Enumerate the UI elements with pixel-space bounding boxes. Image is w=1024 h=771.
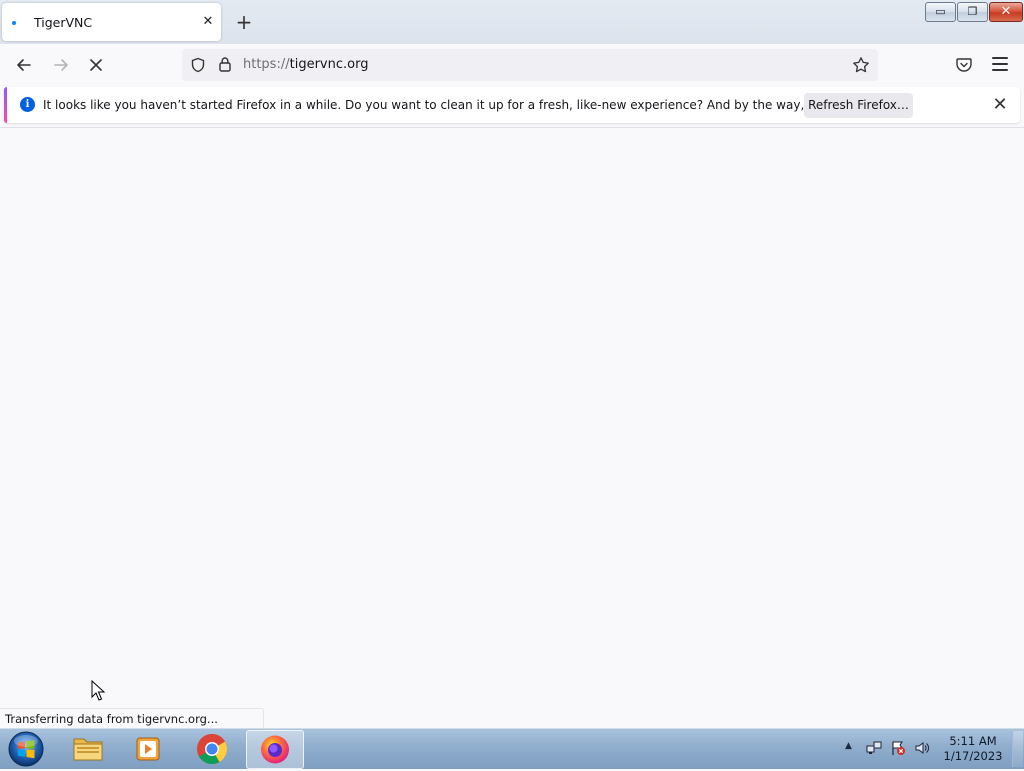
arrow-left-icon <box>17 59 31 71</box>
show-desktop-button[interactable] <box>1012 731 1023 767</box>
network-icon[interactable] <box>866 740 882 756</box>
restore-window-button[interactable]: ❐ <box>957 2 988 22</box>
close-window-button[interactable]: ✕ <box>989 2 1023 22</box>
navigation-toolbar: https://tigervnc.org <box>0 44 1024 86</box>
start-button[interactable] <box>6 730 46 768</box>
refresh-firefox-button[interactable]: Refresh Firefox… <box>804 93 913 118</box>
refresh-firefox-notification: i It looks like you haven’t started Fire… <box>4 87 1020 123</box>
close-notification-icon[interactable]: ✕ <box>990 95 1010 115</box>
forward-button[interactable] <box>50 54 72 76</box>
notification-message: It looks like you haven’t started Firefo… <box>43 98 899 112</box>
windows-taskbar: ▲ 5:11 AM 1/17/2023 <box>0 728 1024 769</box>
restore-icon: ❐ <box>967 5 978 18</box>
url-bar[interactable]: https://tigervnc.org <box>182 49 878 81</box>
status-panel: Transferring data from tigervnc.org... <box>0 708 264 729</box>
volume-icon[interactable] <box>914 740 930 756</box>
tab-loading-indicator-icon <box>12 21 16 25</box>
page-content-area[interactable] <box>0 128 1024 728</box>
menu-line <box>992 63 1008 65</box>
action-center-flag-icon[interactable] <box>890 740 906 756</box>
bookmark-star-icon[interactable] <box>852 56 870 78</box>
back-button[interactable] <box>13 54 35 76</box>
tab-tigervnc[interactable]: TigerVNC ✕ <box>2 3 221 41</box>
media-player-icon <box>136 737 160 761</box>
firefox-icon <box>261 735 289 764</box>
menu-line <box>992 69 1008 71</box>
stop-icon <box>90 59 102 71</box>
minimize-window-button[interactable]: ▭ <box>925 2 956 22</box>
close-tab-icon[interactable]: ✕ <box>200 14 216 30</box>
menu-line <box>992 57 1008 59</box>
url-text[interactable]: https://tigervnc.org <box>243 57 368 72</box>
show-hidden-icons-button[interactable]: ▲ <box>845 741 852 751</box>
folder-icon <box>73 738 103 761</box>
minimize-icon: ▭ <box>935 5 946 18</box>
taskbar-chrome[interactable] <box>184 730 240 767</box>
tracking-protection-shield-icon[interactable] <box>190 57 206 73</box>
notification-accent-stripe <box>4 87 7 123</box>
stop-loading-button[interactable] <box>85 54 107 76</box>
tab-strip: TigerVNC ✕ + ▭ ❐ ✕ <box>0 0 1024 44</box>
close-icon: ✕ <box>1000 4 1012 19</box>
taskbar-firefox[interactable] <box>246 730 304 769</box>
url-host: tigervnc.org <box>289 57 369 72</box>
star-icon <box>853 57 869 73</box>
url-scheme: https:// <box>243 57 290 72</box>
taskbar-media-player[interactable] <box>121 730 177 767</box>
info-icon: i <box>20 97 35 112</box>
status-text: Transferring data from tigervnc.org... <box>5 712 218 726</box>
clock-time: 5:11 AM <box>949 734 997 748</box>
clock-date: 1/17/2023 <box>943 749 1003 763</box>
tab-title: TigerVNC <box>34 15 93 30</box>
system-clock[interactable]: 5:11 AM 1/17/2023 <box>938 734 1008 764</box>
app-menu-button[interactable] <box>992 57 1008 71</box>
mouse-cursor-icon <box>91 680 106 701</box>
arrow-right-icon <box>54 59 68 71</box>
chrome-icon <box>197 733 228 765</box>
taskbar-windows-explorer[interactable] <box>60 730 116 767</box>
pocket-icon[interactable] <box>955 56 973 74</box>
new-tab-button[interactable]: + <box>234 12 254 32</box>
lock-icon[interactable] <box>218 56 232 72</box>
